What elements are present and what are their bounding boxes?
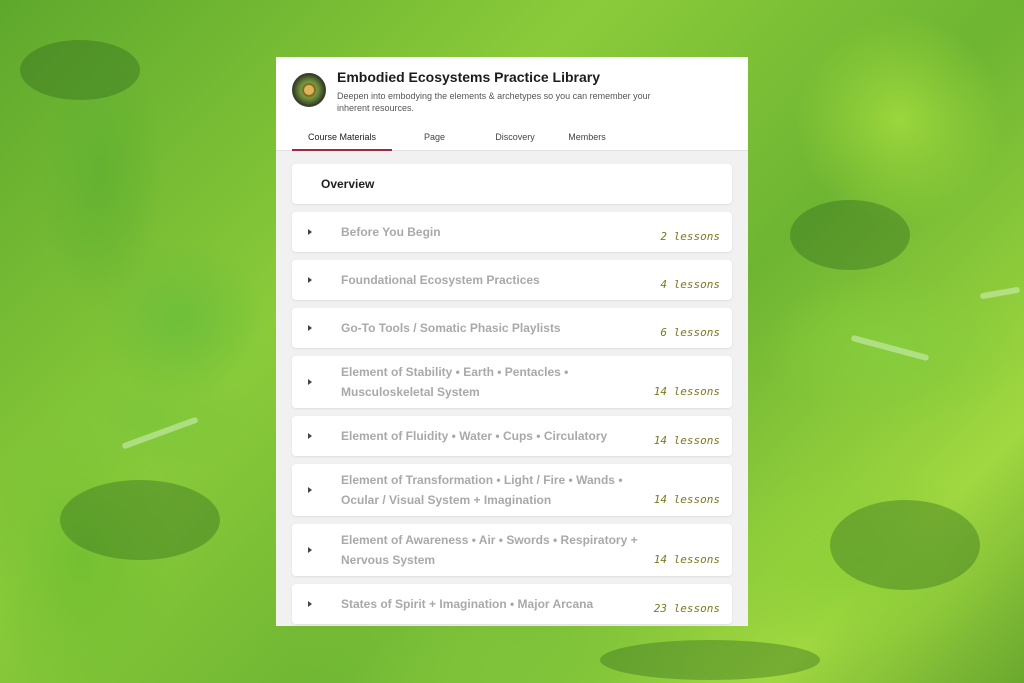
tab-bar: Course Materials Page Discovery Members	[292, 127, 621, 151]
course-sections-list: Overview Before You Begin 2 lessons Foun…	[292, 164, 732, 626]
caret-right-icon	[308, 487, 312, 493]
overview-label: Overview	[321, 177, 375, 191]
caret-right-icon	[308, 601, 312, 607]
caret-right-icon	[308, 547, 312, 553]
section-title: Before You Begin	[341, 225, 441, 239]
lesson-count: 4 lessons	[660, 278, 720, 291]
section-element-of-transformation[interactable]: Element of Transformation • Light / Fire…	[292, 464, 732, 516]
section-title: Element of Stability • Earth • Pentacles…	[341, 365, 569, 399]
lesson-count: 14 lessons	[653, 434, 720, 447]
section-title: Element of Transformation • Light / Fire…	[341, 473, 623, 507]
community-header: Embodied Ecosystems Practice Library Dee…	[276, 57, 748, 151]
caret-right-icon	[308, 325, 312, 331]
community-logo[interactable]	[292, 73, 326, 107]
section-element-of-stability[interactable]: Element of Stability • Earth • Pentacles…	[292, 356, 732, 408]
tab-discovery[interactable]: Discovery	[485, 127, 545, 151]
section-foundational-practices[interactable]: Foundational Ecosystem Practices 4 lesso…	[292, 260, 732, 300]
section-element-of-fluidity[interactable]: Element of Fluidity • Water • Cups • Cir…	[292, 416, 732, 456]
lesson-count: 14 lessons	[653, 553, 720, 566]
lesson-count: 14 lessons	[653, 385, 720, 398]
lesson-count: 2 lessons	[660, 230, 720, 243]
tab-page[interactable]: Page	[392, 127, 477, 151]
section-element-of-awareness[interactable]: Element of Awareness • Air • Swords • Re…	[292, 524, 732, 576]
lesson-count: 14 lessons	[653, 493, 720, 506]
section-go-to-tools[interactable]: Go-To Tools / Somatic Phasic Playlists 6…	[292, 308, 732, 348]
page-subtitle: Deepen into embodying the elements & arc…	[337, 91, 651, 113]
tab-course-materials[interactable]: Course Materials	[292, 127, 392, 151]
tab-members[interactable]: Members	[553, 127, 621, 151]
section-title: Element of Fluidity • Water • Cups • Cir…	[341, 429, 608, 443]
caret-right-icon	[308, 433, 312, 439]
logo-emblem-icon	[302, 83, 316, 97]
page-title: Embodied Ecosystems Practice Library	[337, 69, 600, 85]
course-panel: Embodied Ecosystems Practice Library Dee…	[276, 57, 748, 626]
section-before-you-begin[interactable]: Before You Begin 2 lessons	[292, 212, 732, 252]
section-title: Element of Awareness • Air • Swords • Re…	[341, 533, 638, 567]
caret-right-icon	[308, 379, 312, 385]
overview-card[interactable]: Overview	[292, 164, 732, 204]
section-title: Go-To Tools / Somatic Phasic Playlists	[341, 321, 561, 335]
caret-right-icon	[308, 277, 312, 283]
caret-right-icon	[308, 229, 312, 235]
lesson-count: 23 lessons	[653, 602, 720, 615]
section-title: Foundational Ecosystem Practices	[341, 273, 540, 287]
section-states-of-spirit[interactable]: States of Spirit + Imagination • Major A…	[292, 584, 732, 624]
section-title: States of Spirit + Imagination • Major A…	[341, 597, 594, 611]
lesson-count: 6 lessons	[660, 326, 720, 339]
